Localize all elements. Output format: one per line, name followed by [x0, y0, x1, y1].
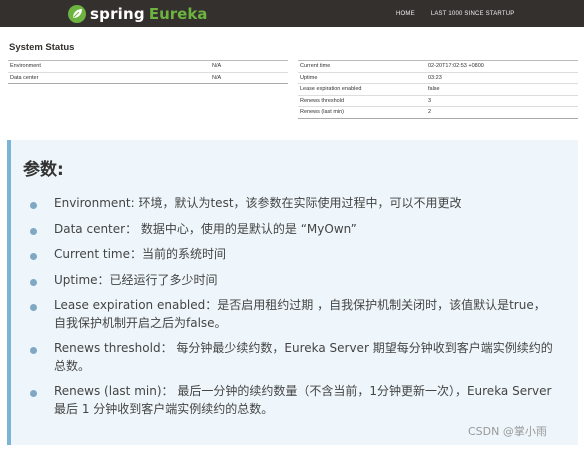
note-item: Uptime：已经运行了多少时间	[30, 272, 570, 290]
brand-spring: spring	[90, 4, 145, 23]
current-time-key: Current time	[298, 60, 426, 72]
table-row: Uptime 03:23	[298, 71, 578, 84]
note-item: Renews threshold： 每分钟最少续约数，Eureka Server…	[30, 340, 570, 375]
note-item: Lease expiration enabled：是否启用租约过期 ，自我保护机…	[30, 297, 570, 332]
note-line: Lease expiration enabled：是否启用租约过期 ，自我保护机…	[54, 298, 546, 312]
lease-expiration-value: false	[426, 83, 578, 95]
table-row: Renews threshold 3	[298, 94, 578, 107]
spring-leaf-icon	[68, 4, 86, 23]
bullet-icon	[30, 347, 37, 354]
csdn-watermark: CSDN @掌小雨	[468, 425, 547, 438]
note-line: Current time：当前的系统时间	[54, 247, 226, 261]
notes-list: Environment: 环境，默认为test，该参数在实际使用过程中，可以不用…	[30, 195, 570, 418]
note-item: Renews (last min)： 最后一分钟的续约数量（不含当前，1分钟更新…	[30, 383, 570, 418]
brand[interactable]: spring Eureka	[68, 0, 207, 27]
note-item: Environment: 环境，默认为test，该参数在实际使用过程中，可以不用…	[30, 195, 570, 213]
renews-last-min-value: 2	[426, 106, 578, 119]
table-row: Environment N/A	[8, 60, 288, 72]
table-row: Data center N/A	[8, 71, 288, 84]
note-line: Renews (last min)： 最后一分钟的续约数量（不含当前，1分钟更新…	[54, 384, 552, 398]
system-status-right-table: Current time 02-20T17:02:53 +0800 Uptime…	[298, 60, 578, 119]
system-status-left-table: Environment N/A Data center N/A	[8, 60, 288, 84]
bullet-icon	[30, 304, 37, 311]
environment-key: Environment	[8, 60, 210, 72]
table-row: Renews (last min) 2	[298, 106, 578, 119]
renews-threshold-value: 3	[426, 94, 578, 107]
brand-eureka: Eureka	[148, 4, 208, 23]
nav-last-1000-link[interactable]: LAST 1000 SINCE STARTUP	[431, 11, 515, 17]
renews-last-min-key: Renews (last min)	[298, 106, 426, 119]
note-line: Uptime：已经运行了多少时间	[54, 272, 218, 287]
bullet-icon	[30, 227, 37, 235]
bullet-icon	[30, 202, 37, 209]
bullet-icon	[30, 278, 37, 286]
data-center-value: N/A	[210, 71, 288, 84]
nav-home-link[interactable]: HOME	[396, 11, 415, 17]
note-line: Environment: 环境，默认为test，该参数在实际使用过程中，可以不用…	[54, 196, 462, 210]
environment-value: N/A	[210, 60, 288, 72]
note-line: 最后 1 分钟收到客户端实例续约的总数。	[54, 401, 274, 416]
uptime-value: 03:23	[426, 71, 578, 84]
bullet-icon	[30, 253, 37, 260]
eureka-navbar: spring Eureka HOME LAST 1000 SINCE START…	[0, 0, 584, 27]
system-status-title: System Status	[9, 42, 75, 53]
uptime-key: Uptime	[298, 71, 426, 84]
nav-links: HOME LAST 1000 SINCE STARTUP	[396, 0, 530, 27]
table-row: Lease expiration enabled false	[298, 83, 578, 95]
note-line: 总数。	[54, 358, 91, 373]
notes-title: 参数:	[23, 160, 64, 180]
note-line: Data center： 数据中心，使用的是默认的是 “MyOwn”	[54, 221, 357, 236]
lease-expiration-key: Lease expiration enabled	[298, 83, 426, 95]
note-line: Renews threshold： 每分钟最少续约数，Eureka Server…	[54, 341, 553, 355]
current-time-value: 02-20T17:02:53 +0800	[426, 60, 578, 72]
renews-threshold-key: Renews threshold	[298, 94, 426, 107]
note-item: Current time：当前的系统时间	[30, 246, 570, 264]
bullet-icon	[30, 390, 37, 397]
note-line: 自我保护机制开启之后为false。	[54, 315, 227, 330]
table-row: Current time 02-20T17:02:53 +0800	[298, 60, 578, 72]
data-center-key: Data center	[8, 71, 210, 84]
note-item: Data center： 数据中心，使用的是默认的是 “MyOwn”	[30, 221, 570, 239]
